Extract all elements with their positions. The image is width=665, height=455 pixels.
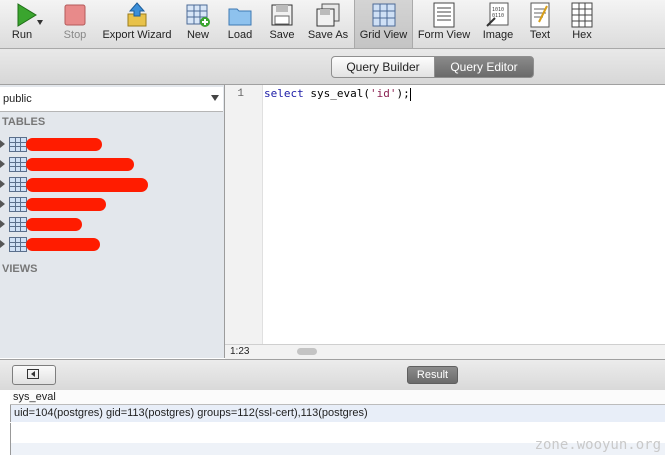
new-label: New <box>186 29 209 41</box>
load-button[interactable]: Load <box>222 0 258 48</box>
schema-select[interactable]: public <box>0 87 223 112</box>
disclosure-triangle-icon[interactable] <box>0 200 5 208</box>
table-icon <box>9 197 27 212</box>
editor-status-bar: 1:23 <box>225 344 665 359</box>
grid-view-label: Grid View <box>359 29 408 41</box>
redacted-table-name <box>26 158 134 171</box>
arrow-left-icon <box>31 371 35 377</box>
query-builder-tab[interactable]: Query Builder <box>331 56 435 78</box>
column-header[interactable]: sys_eval <box>10 390 665 405</box>
play-icon <box>17 3 37 27</box>
form-view-button[interactable]: Form View <box>414 0 474 48</box>
toggle-sidebar-button[interactable] <box>12 365 56 385</box>
table-icon <box>9 177 27 192</box>
table-row[interactable] <box>0 234 223 254</box>
redacted-table-name <box>26 198 106 211</box>
form-icon <box>433 2 455 28</box>
table-icon <box>9 157 27 172</box>
folder-icon <box>228 8 252 26</box>
column-header-label: sys_eval <box>13 391 56 403</box>
hex-label: Hex <box>572 29 592 41</box>
save-as-label: Save As <box>307 29 349 41</box>
redacted-table-name <box>26 218 82 231</box>
run-label: Run <box>11 29 33 41</box>
load-label: Load <box>227 29 253 41</box>
grid-view-button[interactable]: Grid View <box>354 0 413 48</box>
hex-icon <box>571 2 593 28</box>
result-tab[interactable]: Result <box>407 366 458 384</box>
disclosure-triangle-icon[interactable] <box>0 160 5 168</box>
text-cursor <box>409 87 411 101</box>
views-header: VIEWS <box>2 263 38 275</box>
result-cell[interactable]: uid=104(postgres) gid=113(postgres) grou… <box>14 407 368 419</box>
form-view-label: Form View <box>417 29 471 41</box>
export-icon <box>127 2 147 27</box>
redacted-table-name <box>26 178 148 192</box>
new-button[interactable]: New <box>180 0 216 48</box>
grid-icon <box>372 3 395 27</box>
disclosure-triangle-icon[interactable] <box>0 220 5 228</box>
line-gutter: 1 <box>225 85 263 344</box>
line-number: 1 <box>237 88 244 100</box>
sql-string: 'id' <box>369 87 397 100</box>
image-label: Image <box>482 29 514 41</box>
text-icon <box>530 2 550 28</box>
sidebar: public TABLES VIEWS <box>0 85 225 358</box>
table-row[interactable] <box>0 214 223 234</box>
run-button[interactable]: Run <box>0 0 50 48</box>
hex-button[interactable]: Hex <box>564 0 600 48</box>
horizontal-scrollbar[interactable] <box>297 348 317 355</box>
schema-value: public <box>3 93 32 105</box>
disclosure-triangle-icon[interactable] <box>0 140 5 148</box>
table-icon <box>9 237 27 252</box>
save-as-button[interactable]: Save As <box>305 0 351 48</box>
stop-icon <box>64 4 86 26</box>
disclosure-triangle-icon[interactable] <box>0 180 5 188</box>
table-row[interactable] <box>0 134 223 154</box>
chevron-down-icon[interactable] <box>37 20 43 25</box>
sql-function: sys_eval( <box>303 87 370 100</box>
disclosure-triangle-icon[interactable] <box>0 240 5 248</box>
stop-label: Stop <box>63 29 87 41</box>
text-button[interactable]: Text <box>523 0 557 48</box>
redacted-table-name <box>26 138 102 151</box>
table-icon <box>9 137 27 152</box>
result-bar: Result <box>0 359 665 391</box>
table-icon <box>9 217 27 232</box>
text-label: Text <box>529 29 551 41</box>
table-row[interactable] <box>0 154 223 174</box>
save-label: Save <box>269 29 295 41</box>
export-wizard-button[interactable]: Export Wizard <box>99 0 175 48</box>
table-row[interactable] <box>0 174 223 194</box>
cursor-position: 1:23 <box>230 346 250 357</box>
image-icon: 10100110 <box>486 2 509 27</box>
code-line[interactable]: select sys_eval('id'); <box>264 87 411 101</box>
sql-keyword: select <box>264 87 304 100</box>
export-wizard-label: Export Wizard <box>102 29 172 41</box>
tables-header: TABLES <box>2 116 46 128</box>
mode-bar: Query Builder Query Editor <box>0 49 665 85</box>
watermark: zone.wooyun.org <box>534 437 661 453</box>
save-as-icon <box>316 3 340 27</box>
save-icon <box>271 4 293 26</box>
sql-editor[interactable]: 1 select sys_eval('id'); 1:23 <box>225 85 665 359</box>
chevron-down-icon <box>211 95 219 101</box>
image-button[interactable]: 1010 0110 Image <box>479 0 517 48</box>
new-table-icon <box>186 4 210 27</box>
toolbar: Run Stop Export Wizard New Load Save Sav… <box>0 0 665 49</box>
save-button[interactable]: Save <box>265 0 299 48</box>
redacted-table-name <box>26 238 100 251</box>
table-row[interactable]: uid=104(postgres) gid=113(postgres) grou… <box>10 405 665 422</box>
stop-button[interactable]: Stop <box>54 0 96 48</box>
sql-tail: ); <box>396 87 410 100</box>
table-row[interactable] <box>0 194 223 214</box>
query-editor-tab[interactable]: Query Editor <box>434 56 534 78</box>
